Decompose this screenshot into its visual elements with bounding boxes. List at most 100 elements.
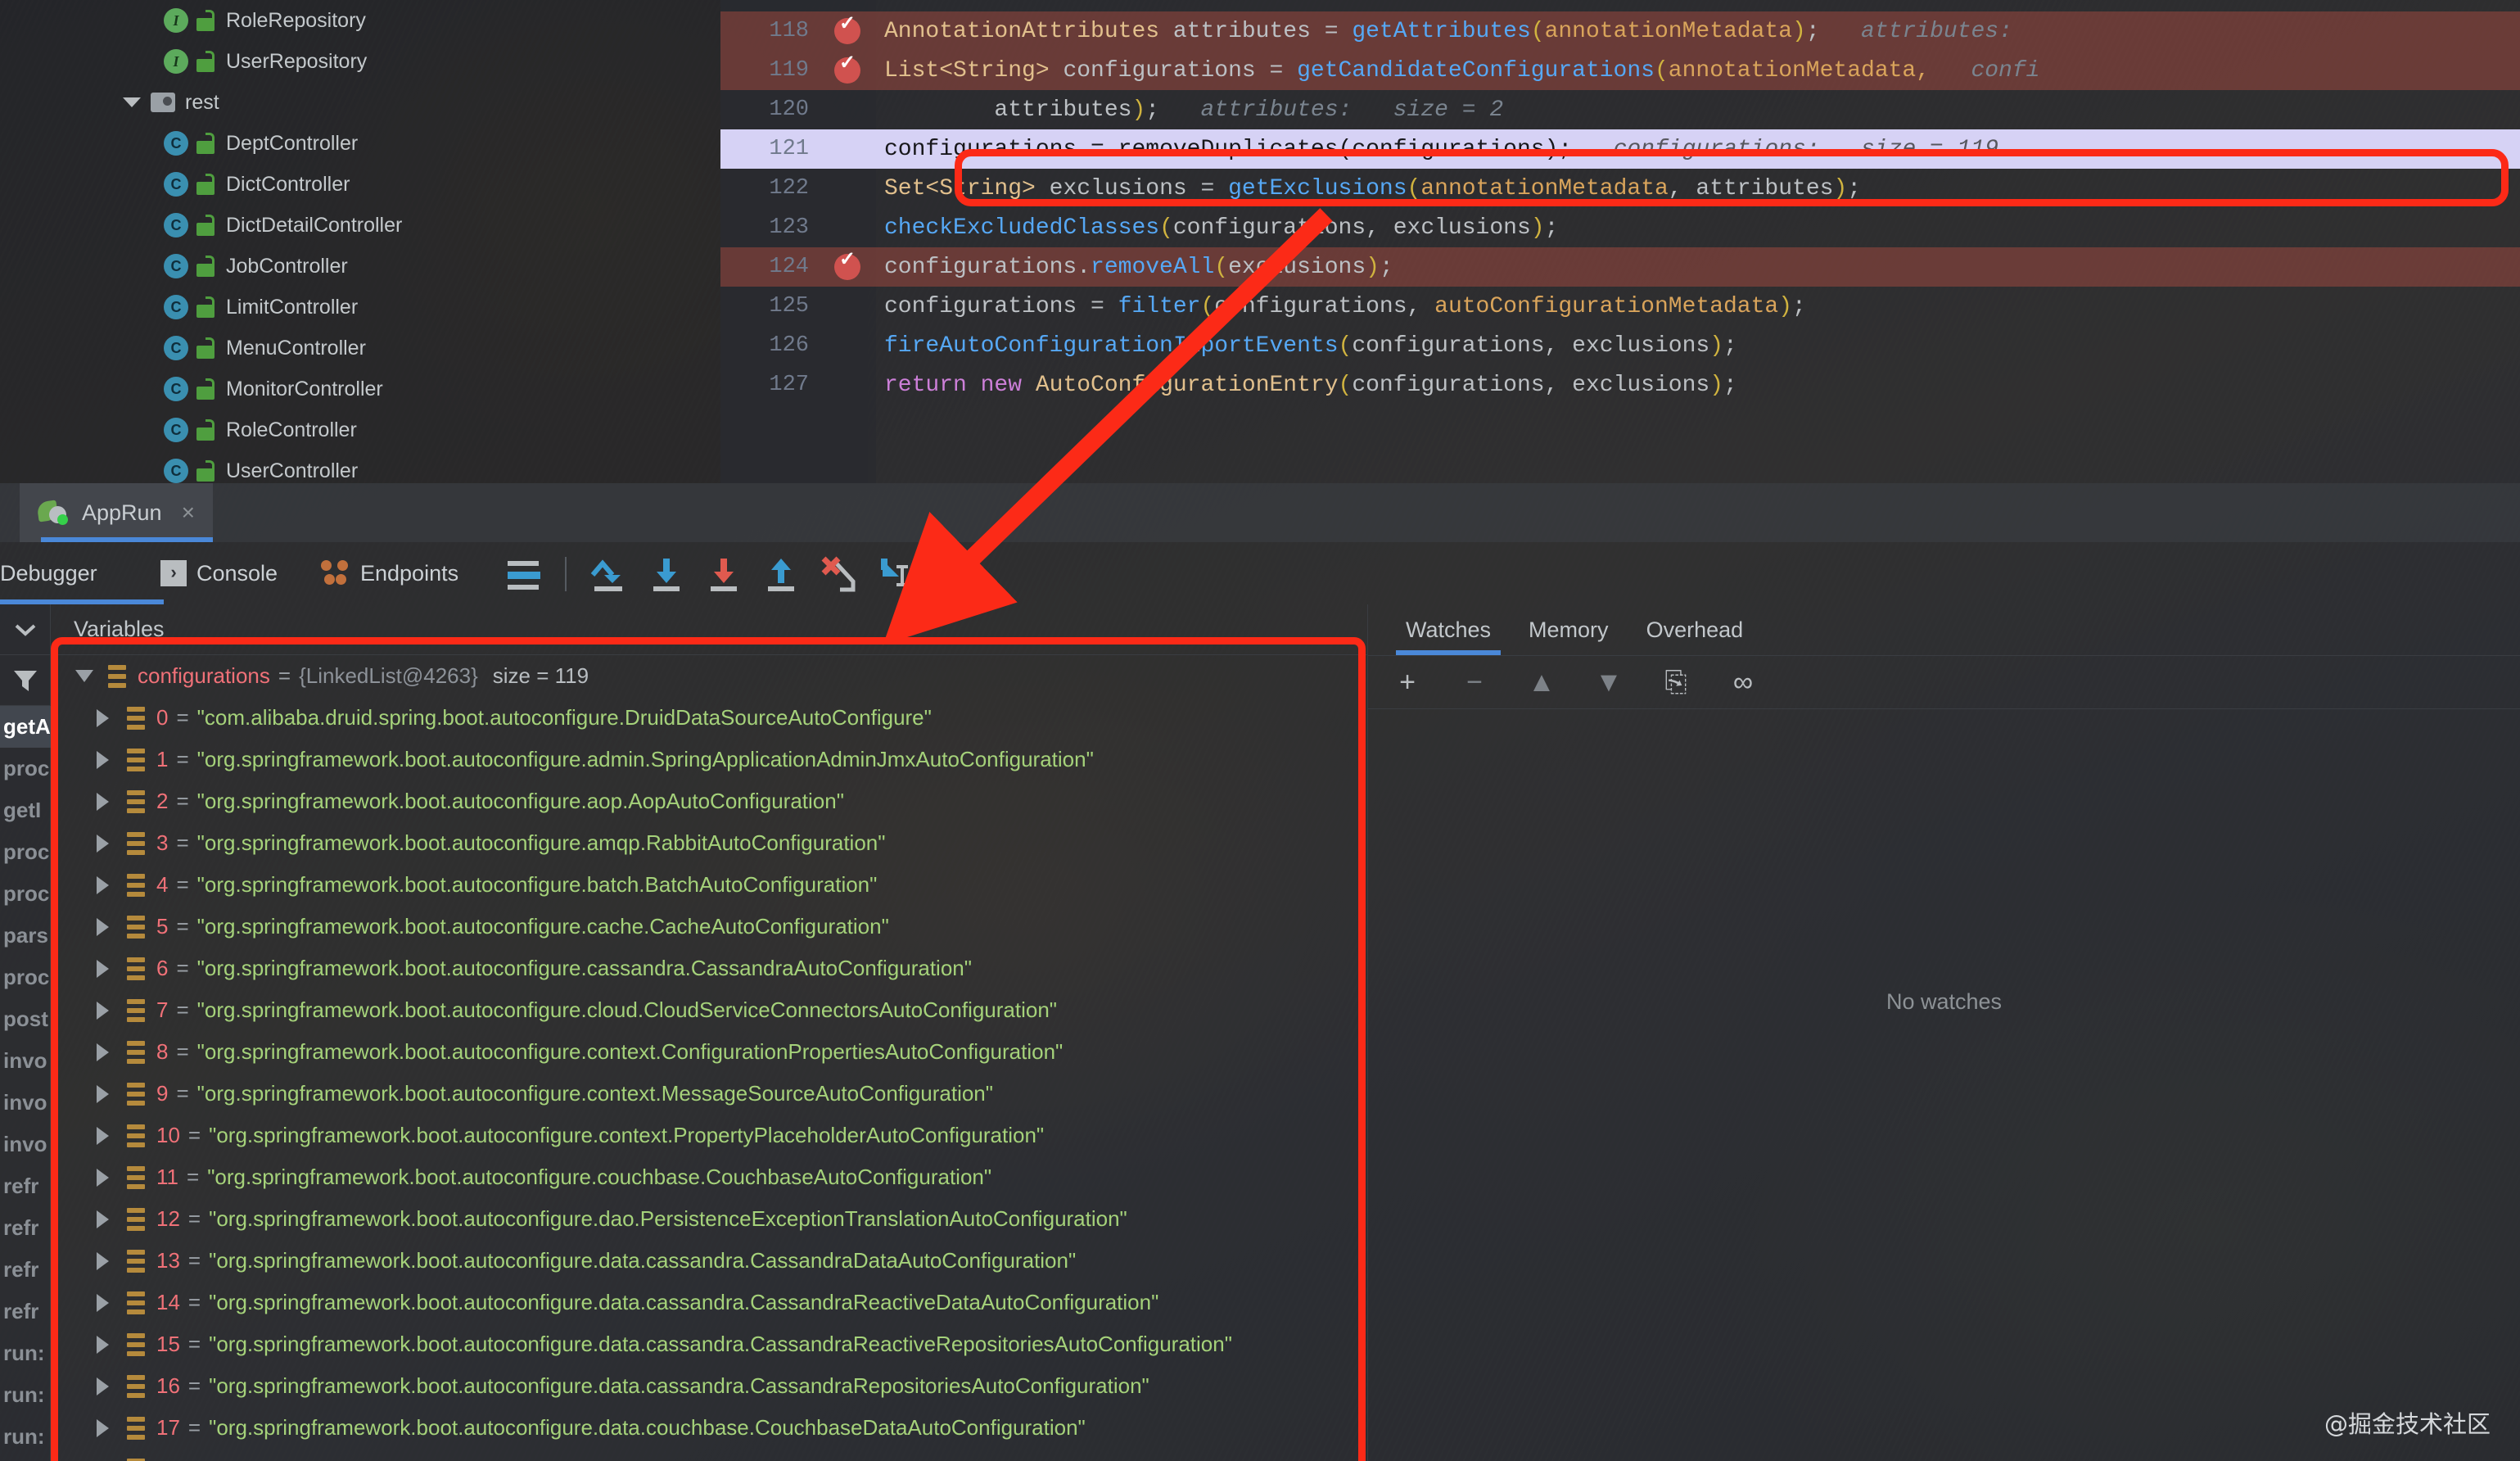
variable-entry-row[interactable]: 9 = "org.springframework.boot.autoconfigur… [51, 1073, 1367, 1115]
code-line-118[interactable]: 118 AnnotationAttributes attributes = get… [720, 11, 2520, 51]
force-step-into-icon[interactable] [702, 554, 745, 596]
code-line-123[interactable]: 123 checkExcludedClasses(configurations, … [720, 208, 2520, 247]
frame-item[interactable]: invo [0, 1124, 51, 1165]
frame-item[interactable]: refr [0, 1291, 51, 1332]
tab-watches[interactable]: Watches [1395, 604, 1502, 655]
frame-item[interactable]: run: [0, 1332, 51, 1374]
code-line-119[interactable]: 119 List<String> configurations = getCand… [720, 51, 2520, 90]
frame-item[interactable]: refr [0, 1207, 51, 1249]
frame-item[interactable]: invo [0, 1082, 51, 1124]
tab-memory[interactable]: Memory [1529, 604, 1609, 655]
evaluate-expression-icon[interactable] [937, 554, 979, 596]
frame-item[interactable]: pars [0, 915, 51, 957]
expand-toggle-icon[interactable] [97, 1001, 109, 1020]
frames-collapse-button[interactable] [0, 604, 50, 655]
frames-filter-button[interactable] [0, 655, 50, 706]
code-line-121[interactable]: 121 configurations = removeDuplicates(con… [720, 129, 2520, 169]
variable-entry-row[interactable]: 0 = "com.alibaba.druid.spring.boot.autocon… [51, 697, 1367, 739]
variable-entry-row[interactable]: 1 = "org.springframework.boot.autoconfigur… [51, 739, 1367, 780]
expand-toggle-icon[interactable] [97, 917, 109, 936]
variable-entry-row[interactable]: 4 = "org.springframework.boot.autoconfigur… [51, 864, 1367, 906]
expand-toggle-icon[interactable] [97, 1335, 109, 1354]
watches-toolbar[interactable]: + − ▲ ▼ ⎘ ∞ [1368, 655, 2520, 709]
close-icon[interactable]: × [182, 500, 195, 526]
expand-toggle-icon[interactable] [97, 875, 109, 894]
step-over-icon[interactable] [588, 554, 630, 596]
chevron-down-icon[interactable] [123, 97, 141, 107]
code-line-122[interactable]: 122 Set<String> exclusions = getExclusion… [720, 169, 2520, 208]
code-line-127[interactable]: 127 return new AutoConfigurationEntry(con… [720, 365, 2520, 405]
frame-item[interactable]: proc [0, 831, 51, 873]
tab-endpoints[interactable]: Endpoints [321, 542, 458, 604]
tab-debugger[interactable]: Debugger [0, 542, 97, 604]
code-line-120[interactable]: 120 attributes); attributes: size = 2 [720, 90, 2520, 129]
variables-root-row[interactable]: configurations = {LinkedList@4263} size = 1… [51, 655, 1367, 697]
watches-panel[interactable]: Watches Memory Overhead + − ▲ ▼ ⎘ ∞ No watches [1367, 604, 2520, 1461]
expand-toggle-icon[interactable] [97, 959, 109, 978]
variable-entry-row[interactable]: 12 = "org.springframework.boot.autoconfigu… [51, 1198, 1367, 1240]
variable-entry-row[interactable]: 14 = "org.springframework.boot.autoconfigu… [51, 1282, 1367, 1323]
variable-entry-row[interactable]: 3 = "org.springframework.boot.autoconfigur… [51, 822, 1367, 864]
frame-item[interactable]: refr [0, 1165, 51, 1207]
variable-entry-row[interactable]: 17 = "org.springframework.boot.autoconfigu… [51, 1407, 1367, 1449]
expand-toggle-icon[interactable] [97, 1084, 109, 1103]
watches-tab-bar[interactable]: Watches Memory Overhead [1368, 604, 2520, 655]
variable-entry-row[interactable]: 13 = "org.springframework.boot.autoconfigu… [51, 1240, 1367, 1282]
variable-entry-row[interactable]: 18 = "org.springframework.boot.autoconfigu… [51, 1449, 1367, 1461]
breakpoint-icon[interactable] [819, 247, 876, 280]
variables-list[interactable]: configurations = {LinkedList@4263} size = 1… [51, 655, 1367, 1461]
run-to-cursor-icon[interactable] [874, 554, 917, 596]
breakpoint-icon[interactable] [819, 51, 876, 84]
expand-toggle-icon[interactable] [97, 708, 109, 727]
step-into-icon[interactable] [645, 554, 688, 596]
copy-icon[interactable]: ⎘ [1661, 668, 1691, 696]
frame-item[interactable]: getA [0, 706, 51, 748]
expand-toggle-icon[interactable] [97, 1043, 109, 1061]
code-line-126[interactable]: 126 fireAutoConfigurationImportEvents(con… [720, 326, 2520, 365]
inspect-icon[interactable]: ∞ [1728, 668, 1758, 696]
expand-toggle-icon[interactable] [97, 1168, 109, 1187]
frame-item[interactable]: getI [0, 789, 51, 831]
expand-toggle-icon[interactable] [97, 792, 109, 811]
variable-entry-row[interactable]: 2 = "org.springframework.boot.autoconfigur… [51, 780, 1367, 822]
variable-entry-row[interactable]: 8 = "org.springframework.boot.autoconfigur… [51, 1031, 1367, 1073]
frame-item[interactable]: post [0, 998, 51, 1040]
expand-toggle-icon[interactable] [97, 1418, 109, 1437]
expand-toggle-icon[interactable] [97, 750, 109, 769]
frame-item[interactable]: proc [0, 957, 51, 998]
frame-item[interactable]: run: [0, 1374, 51, 1416]
variables-panel[interactable]: Variables configurations = {LinkedList@426… [51, 604, 1367, 1461]
frame-item[interactable]: run: [0, 1416, 51, 1458]
variable-entry-row[interactable]: 10 = "org.springframework.boot.autoconfigu… [51, 1115, 1367, 1156]
code-editor[interactable]: 118 AnnotationAttributes attributes = get… [720, 0, 2520, 483]
step-out-icon[interactable] [760, 554, 802, 596]
variable-entry-row[interactable]: 15 = "org.springframework.boot.autoconfigu… [51, 1323, 1367, 1365]
move-down-icon[interactable]: ▼ [1594, 668, 1624, 696]
run-tab-apprun[interactable]: AppRun × [20, 483, 213, 542]
variable-entry-row[interactable]: 5 = "org.springframework.boot.autoconfigur… [51, 906, 1367, 948]
expand-toggle-icon[interactable] [97, 1377, 109, 1395]
frame-item[interactable]: invo [0, 1040, 51, 1082]
expand-toggle-icon[interactable] [97, 1210, 109, 1228]
expand-toggle-icon[interactable] [97, 1251, 109, 1270]
frame-item[interactable]: refr [0, 1249, 51, 1291]
code-line-124[interactable]: 124 configurations.removeAll(exclusions); [720, 247, 2520, 287]
drop-frame-icon[interactable] [817, 554, 860, 596]
add-watch-icon[interactable]: + [1393, 668, 1422, 696]
breakpoint-icon[interactable] [819, 11, 876, 44]
tab-overhead[interactable]: Overhead [1646, 604, 1744, 655]
move-up-icon[interactable]: ▲ [1527, 668, 1556, 696]
expand-toggle-icon[interactable] [97, 834, 109, 853]
tab-console[interactable]: › Console [160, 542, 278, 604]
variable-entry-row[interactable]: 6 = "org.springframework.boot.autoconfigur… [51, 948, 1367, 989]
expand-toggle-icon[interactable] [97, 1293, 109, 1312]
frame-item[interactable]: proc [0, 748, 51, 789]
variable-entry-row[interactable]: 11 = "org.springframework.boot.autoconfigu… [51, 1156, 1367, 1198]
show-execution-point-icon[interactable] [503, 554, 545, 596]
expand-toggle-icon[interactable] [75, 670, 93, 682]
variable-entry-row[interactable]: 7 = "org.springframework.boot.autoconfigur… [51, 989, 1367, 1031]
expand-toggle-icon[interactable] [97, 1126, 109, 1145]
variable-entry-row[interactable]: 16 = "org.springframework.boot.autoconfigu… [51, 1365, 1367, 1407]
frames-panel[interactable]: getA proc getI proc proc pars proc post invo invo… [0, 604, 51, 1461]
code-line-125[interactable]: 125 configurations = filter(configuration… [720, 287, 2520, 326]
